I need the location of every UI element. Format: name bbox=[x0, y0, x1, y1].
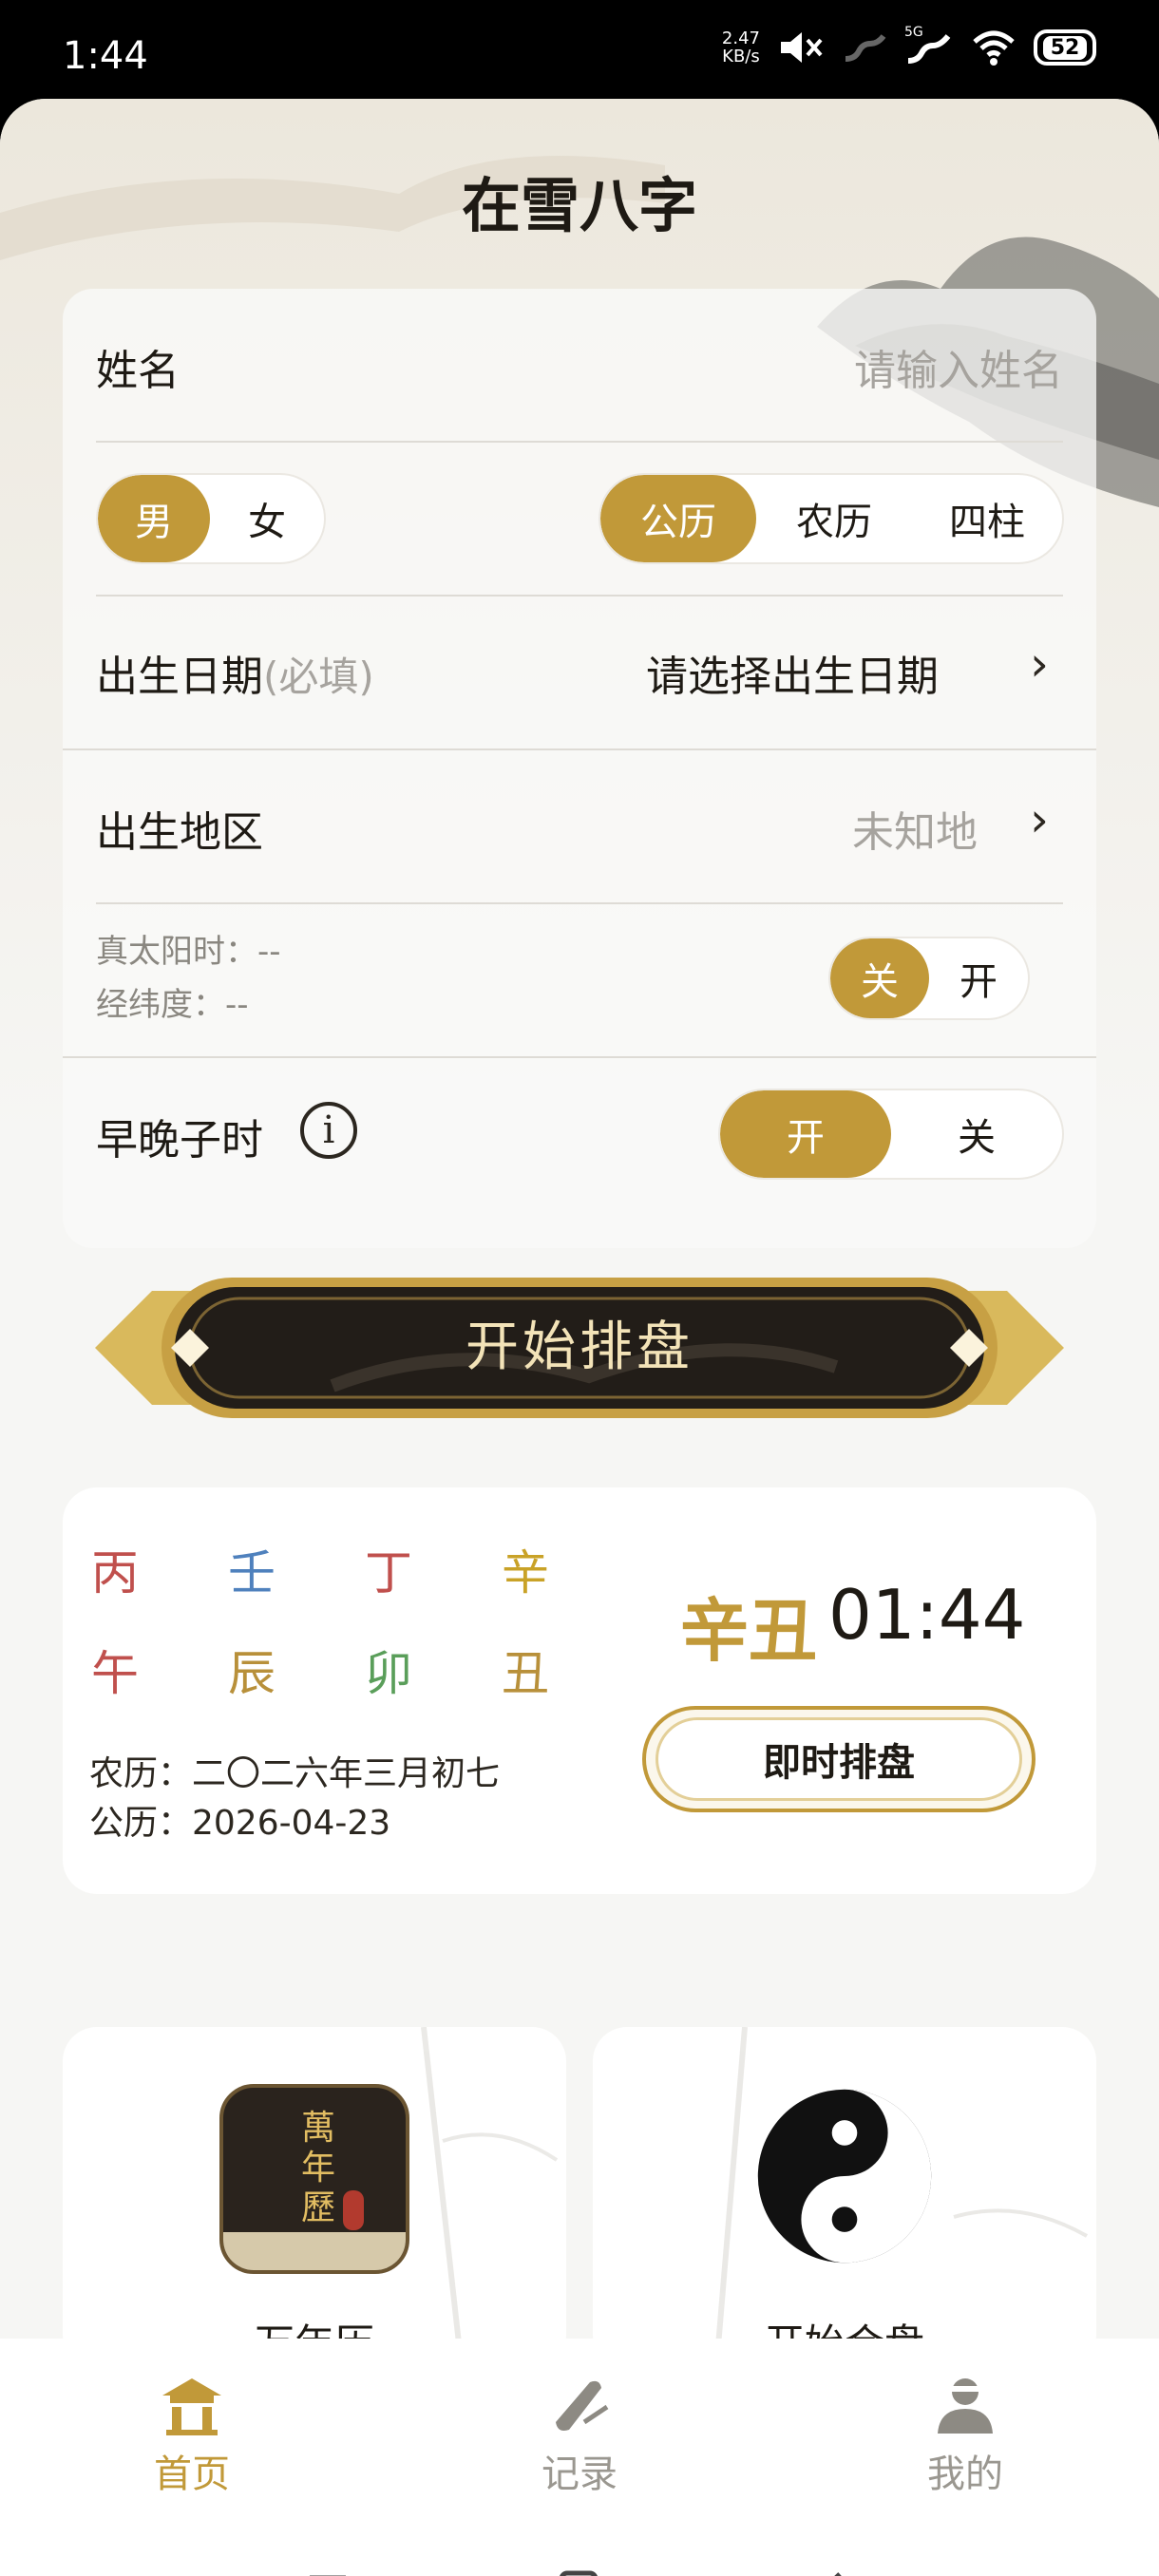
solar-date: 公历：2026-04-23 bbox=[89, 1804, 391, 1843]
gender-female-option[interactable]: 女 bbox=[210, 475, 324, 562]
calendar-solar-option[interactable]: 公历 bbox=[600, 475, 756, 562]
instant-button-label: 即时排盘 bbox=[656, 1717, 1022, 1801]
branch-day: 卯 bbox=[365, 1646, 412, 1701]
status-time: 1:44 bbox=[63, 34, 148, 78]
name-label: 姓名 bbox=[96, 347, 180, 395]
battery-level: 52 bbox=[1042, 35, 1088, 60]
match-chart-card[interactable]: 开始合盘 bbox=[593, 2027, 1096, 2369]
birth-date-value[interactable]: 请选择出生日期 bbox=[646, 642, 939, 703]
nav-records-label: 记录 bbox=[542, 2453, 618, 2496]
longitude-latitude-text: 经纬度：-- bbox=[96, 986, 249, 1024]
solar-toggle-on[interactable]: 开 bbox=[929, 938, 1028, 1018]
calendar-lunar-option[interactable]: 农历 bbox=[756, 475, 912, 562]
perpetual-calendar-card[interactable]: 萬 年 歷 万年历 bbox=[63, 2027, 566, 2369]
yin-yang-icon bbox=[757, 2089, 932, 2263]
zi-hour-on[interactable]: 开 bbox=[720, 1090, 891, 1178]
menu-icon[interactable] bbox=[304, 2567, 352, 2576]
current-bazi-card: 丙 壬 丁 辛 午 辰 卯 丑 农历：二〇二六年三月初七 公历：2026-04-… bbox=[63, 1487, 1096, 1894]
birth-date-label-text: 出生日期 bbox=[96, 653, 263, 701]
branch-year: 午 bbox=[91, 1646, 139, 1701]
gender-selector[interactable]: 男 女 bbox=[96, 473, 326, 564]
zi-hour-off[interactable]: 关 bbox=[891, 1090, 1062, 1178]
required-hint: (必填) bbox=[263, 653, 374, 700]
nav-mine[interactable]: 我的 bbox=[851, 2375, 1079, 2498]
stem-month: 壬 bbox=[228, 1545, 276, 1601]
cloud-pattern-icon bbox=[223, 2232, 406, 2270]
stem-day: 丁 bbox=[365, 1545, 412, 1601]
chevron-right-icon: › bbox=[1030, 792, 1049, 847]
monk-profile-icon bbox=[938, 2378, 993, 2434]
birth-place-label: 出生地区 bbox=[96, 808, 263, 857]
birth-date-label: 出生日期(必填) bbox=[96, 642, 374, 703]
stem-year: 丙 bbox=[91, 1545, 139, 1601]
name-row[interactable]: 姓名 请输入姓名 bbox=[63, 289, 1096, 443]
icon-char-3: 歷 bbox=[300, 2188, 335, 2227]
info-icon[interactable]: i bbox=[300, 1102, 357, 1159]
calendar-pillars-option[interactable]: 四柱 bbox=[912, 475, 1062, 562]
mute-icon bbox=[781, 32, 823, 63]
back-icon[interactable] bbox=[809, 2567, 857, 2576]
birth-info-form: 姓名 请输入姓名 男 女 公历 农历 四柱 出生日期(必填) 请选择出生日期 › bbox=[63, 289, 1096, 1248]
wifi-icon bbox=[973, 30, 1015, 66]
gender-male-option[interactable]: 男 bbox=[98, 475, 210, 562]
zi-hour-toggle[interactable]: 开 关 bbox=[718, 1089, 1064, 1180]
birth-place-row[interactable]: 出生地区 未知地 › bbox=[63, 748, 1096, 904]
nav-mine-label: 我的 bbox=[927, 2453, 1003, 2496]
branch-month: 辰 bbox=[228, 1646, 276, 1701]
solar-toggle-off[interactable]: 关 bbox=[830, 938, 929, 1018]
true-solar-time-text: 真太阳时：-- bbox=[96, 933, 281, 971]
zi-hour-label: 早晚子时 bbox=[96, 1116, 263, 1165]
signal-5g-icon: 5G bbox=[904, 25, 954, 66]
lunar-date: 农历：二〇二六年三月初七 bbox=[89, 1754, 501, 1793]
battery-icon: 52 bbox=[1034, 29, 1096, 66]
scroll-record-icon bbox=[556, 2380, 609, 2431]
net-speed-value: 2.47 bbox=[721, 28, 760, 48]
bottom-navigation: 首页 记录 我的 bbox=[0, 2339, 1159, 2576]
solar-info: 真太阳时：-- 经纬度：-- bbox=[96, 925, 281, 1032]
status-bar: 1:44 2.47 KB/s 5G 52 bbox=[0, 0, 1159, 104]
zi-hour-row: 早晚子时 i 开 关 bbox=[63, 1056, 1096, 1210]
home-square-icon[interactable] bbox=[555, 2567, 602, 2576]
status-icons: 2.47 KB/s 5G 52 bbox=[722, 25, 1096, 66]
true-solar-time-row: 真太阳时：-- 经纬度：-- 关 开 bbox=[63, 902, 1096, 1058]
gender-calendar-row: 男 女 公历 农历 四柱 bbox=[63, 441, 1096, 597]
branch-hour: 丑 bbox=[502, 1646, 549, 1701]
icon-char-2: 年 bbox=[300, 2149, 335, 2188]
birth-date-row[interactable]: 出生日期(必填) 请选择出生日期 › bbox=[63, 595, 1096, 750]
net-speed: 2.47 KB/s bbox=[722, 29, 760, 66]
start-paipan-button[interactable]: 开始排盘 bbox=[95, 1272, 1064, 1424]
true-solar-toggle[interactable]: 关 开 bbox=[828, 937, 1030, 1020]
nav-records[interactable]: 记录 bbox=[466, 2375, 694, 2498]
name-input[interactable]: 请输入姓名 bbox=[854, 336, 1063, 397]
net-speed-unit: KB/s bbox=[722, 47, 760, 66]
instant-paipan-button[interactable]: 即时排盘 bbox=[642, 1706, 1036, 1812]
signal-icon bbox=[845, 34, 886, 62]
start-button-label: 开始排盘 bbox=[466, 1316, 694, 1378]
page-title: 在雪八字 bbox=[461, 171, 697, 240]
icon-char-1: 萬 bbox=[300, 2109, 335, 2148]
main-page: 在雪八字 姓名 请输入姓名 男 女 公历 农历 四柱 出生日期(必填) 请选择出… bbox=[0, 99, 1159, 2576]
calendar-type-selector[interactable]: 公历 农历 四柱 bbox=[598, 473, 1064, 564]
current-time: 01:44 bbox=[828, 1575, 1026, 1655]
red-seal-icon bbox=[343, 2190, 364, 2230]
nav-home-label: 首页 bbox=[154, 2453, 230, 2496]
chevron-right-icon: › bbox=[1030, 636, 1049, 691]
nav-home[interactable]: 首页 bbox=[78, 2375, 306, 2498]
current-ganzhi: 辛丑 bbox=[680, 1591, 818, 1671]
temple-home-icon bbox=[162, 2378, 221, 2435]
perpetual-calendar-icon: 萬 年 歷 bbox=[219, 2084, 409, 2274]
birth-place-value[interactable]: 未知地 bbox=[852, 798, 978, 859]
stem-hour: 辛 bbox=[502, 1545, 549, 1601]
